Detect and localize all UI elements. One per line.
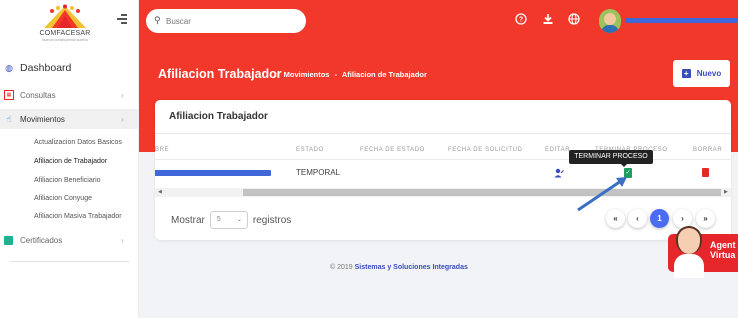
footer: © 2019 Sistemas y Soluciones Integradas <box>330 264 468 271</box>
nuevo-button-label: Nuevo <box>696 69 722 78</box>
chevron-right-icon: › <box>121 114 124 124</box>
page-size-value: 5 <box>216 216 221 223</box>
nuevo-button[interactable]: + Nuevo <box>673 60 730 87</box>
sidebar-item-label: Dashboard <box>20 62 72 74</box>
submenu-item-afiliacion-masiva[interactable]: Afiliacion Masiva Trabajador <box>34 213 122 220</box>
download-icon[interactable] <box>541 13 555 29</box>
horizontal-scrollbar[interactable]: ◀ ▶ <box>155 188 731 197</box>
sidebar-item-certificados[interactable]: Certificados › <box>0 230 139 250</box>
hand-pointer-icon: ☝ <box>6 114 12 124</box>
edit-user-icon[interactable] <box>554 168 564 178</box>
show-suffix-label: registros <box>252 214 292 226</box>
footer-copyright: © 2019 <box>330 264 353 271</box>
sidebar-item-label: Movimientos <box>20 114 65 124</box>
breadcrumb-current: Afiliacion de Trabajador <box>341 70 427 79</box>
breadcrumb-movimientos[interactable]: Movimientos <box>284 70 330 79</box>
topbar: ⚲ ? <box>139 0 738 44</box>
user-avatar[interactable] <box>599 9 621 33</box>
comfacesar-logo[interactable]: COMFACESAR Nuevos construyendo sueños <box>30 4 100 44</box>
brand-name: COMFACESAR <box>39 30 91 37</box>
scroll-left-icon[interactable]: ◀ <box>158 188 162 197</box>
sidebar-item-movimientos[interactable]: ☝ Movimientos › <box>0 109 139 129</box>
agent-avatar <box>676 226 702 254</box>
agent-label: Agent Virtua <box>710 240 736 260</box>
agent-label-line2: Virtua <box>710 250 736 260</box>
terminar-proceso-tooltip: TERMINAR PROCESO <box>569 150 653 167</box>
afiliacion-card: Afiliacion Trabajador BRE ESTADO FECHA D… <box>155 100 731 240</box>
globe-icon[interactable] <box>567 13 581 29</box>
chevron-right-icon: › <box>121 90 124 100</box>
column-header-fecha-estado[interactable]: FECHA DE ESTADO <box>360 147 425 153</box>
column-header-estado[interactable]: ESTADO <box>296 147 324 153</box>
sidebar-item-label: Certificados <box>20 235 63 245</box>
search-icon: ⚲ <box>154 15 161 25</box>
home-icon[interactable]: ⌂ <box>274 70 279 79</box>
certificate-icon <box>4 235 13 245</box>
search-box: ⚲ <box>146 9 306 33</box>
submenu-item-afiliacion-conyuge[interactable]: Afiliacion Conyuge <box>34 195 92 202</box>
submenu-item-afiliacion-trabajador[interactable]: Afiliacion de Trabajador <box>34 158 107 165</box>
brand-tagline: Nuevos construyendo sueños <box>41 38 89 42</box>
plus-icon: + <box>681 69 691 78</box>
card-title: Afiliacion Trabajador <box>169 111 268 122</box>
column-header-nombre[interactable]: BRE <box>155 147 169 153</box>
column-header-editar[interactable]: EDITAR <box>545 147 570 153</box>
page-title: Afiliacion Trabajador <box>158 67 282 81</box>
page-1-button[interactable]: 1 <box>650 209 669 228</box>
scrollbar-thumb[interactable] <box>243 189 721 196</box>
chevron-right-icon: › <box>121 235 124 245</box>
svg-text:?: ? <box>519 17 523 24</box>
help-icon[interactable]: ? <box>514 13 528 29</box>
submenu-item-actualizacion-datos[interactable]: Actualizacion Datos Basicos <box>34 139 122 146</box>
last-page-button[interactable]: » <box>696 209 715 228</box>
breadcrumb: ⌂ Movimientos - Afiliacion de Trabajador <box>274 70 430 79</box>
footer-brand-link[interactable]: Sistemas y Soluciones Integradas <box>355 264 468 271</box>
sidebar-item-consultas[interactable]: ▦ Consultas › <box>0 85 139 105</box>
agent-torso <box>674 254 704 278</box>
breadcrumb-separator: - <box>334 70 338 79</box>
sidebar-divider <box>10 261 129 262</box>
estado-cell: TEMPORAL <box>296 168 341 177</box>
sidebar-item-label: Consultas <box>20 90 56 100</box>
column-header-fecha-solicitud[interactable]: FECHA DE SOLICITUD <box>448 147 522 153</box>
page-size-control: Mostrar 5 ⌄ registros <box>171 211 291 229</box>
page-size-select[interactable]: 5 ⌄ <box>209 211 248 229</box>
globe-icon: ◍ <box>5 63 13 73</box>
calendar-icon: ▦ <box>4 90 14 100</box>
sidebar: COMFACESAR Nuevos construyendo sueños ◍ … <box>0 0 139 318</box>
redacted-username <box>625 18 738 23</box>
annotation-arrow <box>577 177 627 212</box>
search-input[interactable] <box>166 14 296 28</box>
agent-label-line1: Agent <box>710 240 736 250</box>
trash-icon[interactable] <box>702 168 709 177</box>
logo-mark <box>44 4 86 28</box>
virtual-agent-widget[interactable]: Agent Virtua <box>668 226 738 280</box>
sidebar-item-dashboard[interactable]: ◍ Dashboard <box>0 58 139 78</box>
chevron-down-icon: ⌄ <box>236 217 242 223</box>
card-divider <box>155 133 731 134</box>
menu-toggle-icon[interactable] <box>117 14 127 24</box>
column-header-borrar[interactable]: BORRAR <box>693 147 722 153</box>
submenu-item-afiliacion-beneficiario[interactable]: Afiliacion Beneficiario <box>34 177 101 184</box>
scroll-right-icon[interactable]: ▶ <box>724 188 728 197</box>
redacted-name-cell <box>155 170 271 176</box>
show-prefix-label: Mostrar <box>171 214 205 226</box>
